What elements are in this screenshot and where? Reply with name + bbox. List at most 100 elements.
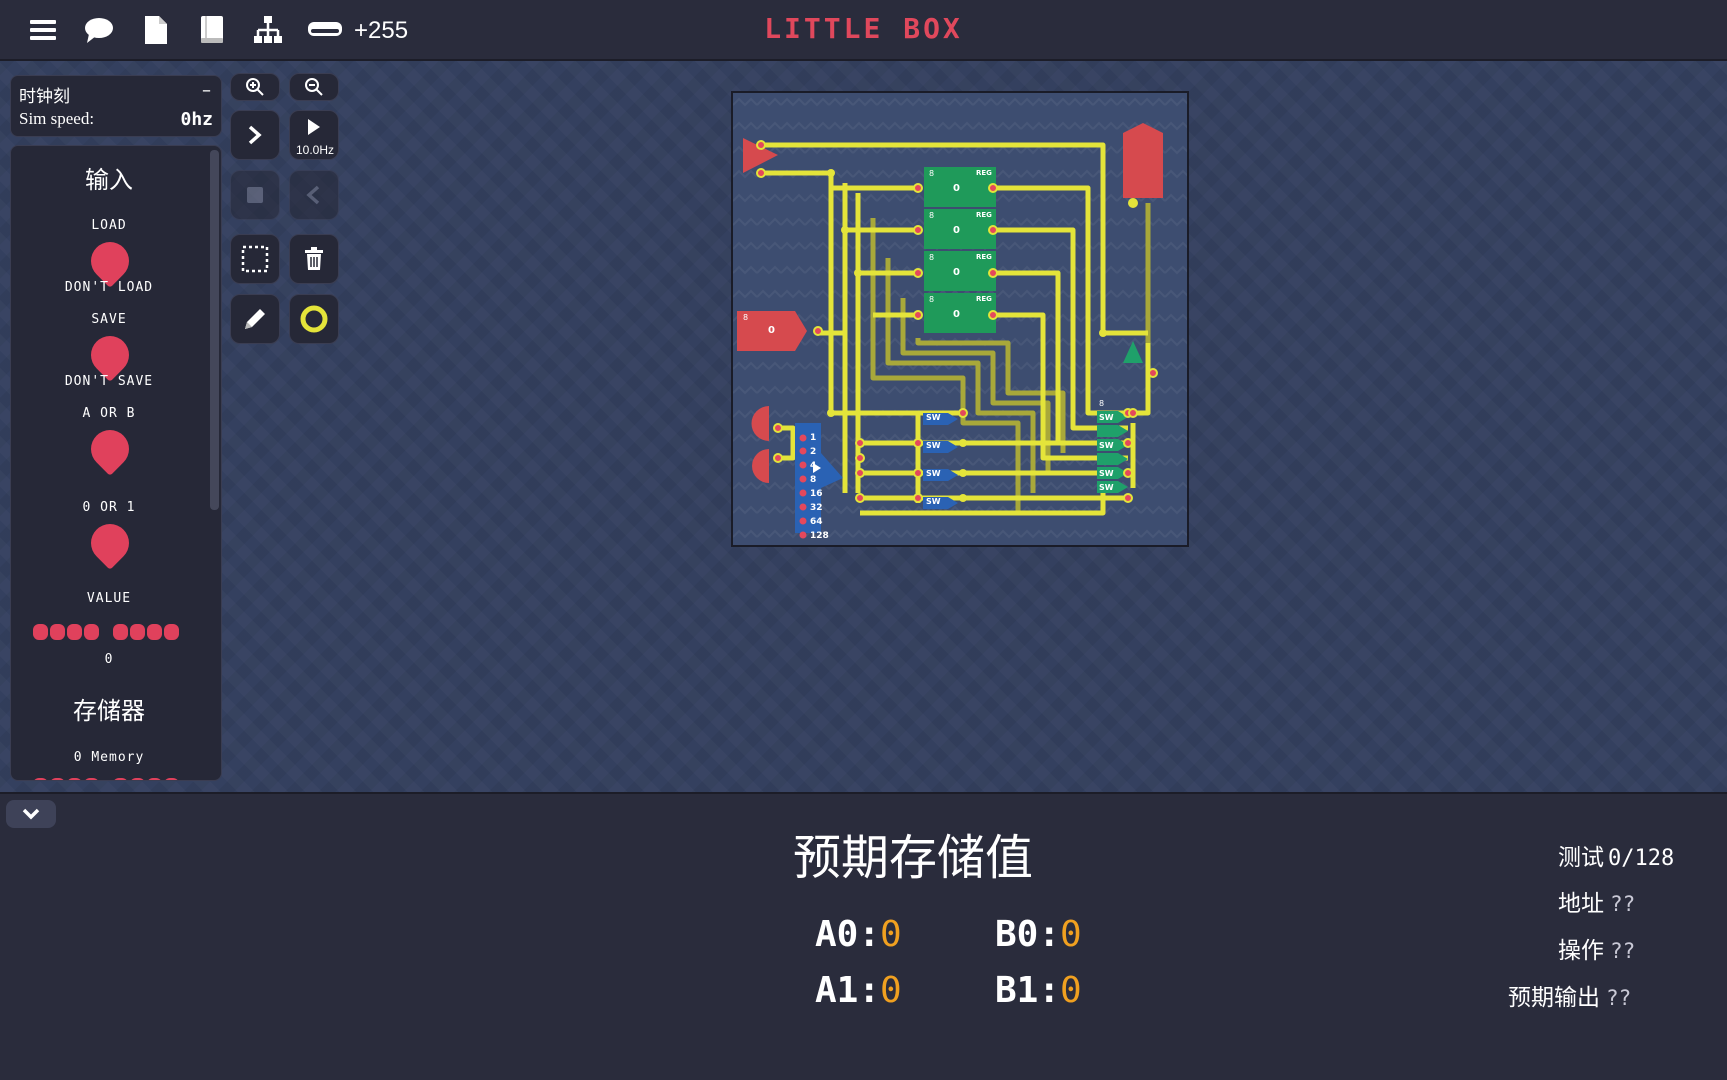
trash-icon: [305, 247, 323, 270]
io-panel: 输入 LOAD DON'T LOAD SAVE DON'T SAVE A OR …: [10, 145, 222, 781]
bit-toggle[interactable]: [50, 624, 65, 640]
register-value: 0: [953, 267, 960, 278]
chevron-left-icon: [306, 185, 320, 205]
test-progress: 测试 0/128: [1558, 838, 1674, 872]
wire-color-button[interactable]: [289, 294, 339, 344]
b0-value: 0: [1060, 914, 1082, 955]
switch-label: SW: [1099, 469, 1114, 478]
bit-toggle[interactable]: [113, 624, 128, 640]
address-info: 地址??: [1558, 884, 1635, 918]
zero-or-one-label: 0 OR 1: [82, 500, 136, 515]
zoom-in-button[interactable]: [230, 73, 280, 101]
select-button[interactable]: [230, 234, 280, 284]
memory-a0: A0:0: [815, 914, 902, 955]
value-bit-toggles: [33, 624, 179, 640]
byte-input-value: 0: [768, 325, 775, 336]
expected-title: 预期存储值: [792, 830, 1033, 886]
chevron-down-icon: [22, 808, 40, 820]
save-state: DON'T SAVE: [64, 374, 154, 389]
register-tag: REG: [976, 169, 992, 177]
collapse-panel-button[interactable]: [6, 800, 56, 828]
sim-speed-panel: 时钟刻 – Sim speed: 0hz: [10, 75, 222, 137]
test-label: 测试: [1558, 845, 1604, 871]
a1-label: A1:: [815, 970, 881, 1011]
byte-input-bits: 8: [743, 313, 749, 322]
sim-speed-value: 0hz: [180, 109, 213, 130]
zoom-out-button[interactable]: [289, 73, 339, 101]
play-button[interactable]: 10.0Hz: [289, 110, 339, 160]
memory-b1: B1:0: [995, 970, 1082, 1011]
register-tag: REG: [976, 253, 992, 261]
memory-bits: [33, 778, 179, 780]
a-or-b-label: A OR B: [82, 406, 136, 421]
output-bits: 8: [1099, 399, 1105, 408]
register-bits: 8: [929, 295, 935, 304]
operation-value: ??: [1610, 939, 1636, 963]
play-icon: [308, 119, 320, 135]
decoder-labels: 1 2 4 8 16 32 64 128: [810, 433, 829, 541]
step-back-button[interactable]: [289, 170, 339, 220]
register-bits: 8: [929, 169, 935, 178]
pencil-icon: [245, 309, 265, 329]
sim-speed-label: Sim speed:: [19, 109, 95, 128]
chevron-right-icon: [248, 125, 262, 145]
step-button[interactable]: [230, 110, 280, 160]
io-scrollbar[interactable]: [210, 150, 219, 510]
operation-info: 操作??: [1558, 931, 1635, 965]
zero-or-one-toggle[interactable]: [83, 516, 137, 570]
test-value: 0/128: [1608, 846, 1675, 871]
register-bits: 8: [929, 253, 935, 262]
switch-label: SW: [1099, 483, 1114, 492]
expected-output-label: 预期输出: [1508, 985, 1600, 1011]
a1-value: 0: [880, 970, 902, 1011]
memory-a1: A1:0: [815, 970, 902, 1011]
selection-icon: [241, 245, 269, 273]
stop-button[interactable]: [230, 170, 280, 220]
inputs-heading: 输入: [85, 166, 133, 194]
a0-label: A0:: [815, 914, 881, 955]
zoom-in-icon: [246, 78, 264, 96]
value-label: VALUE: [86, 591, 132, 606]
bit-toggle[interactable]: [164, 624, 179, 640]
register-value: 0: [953, 309, 960, 320]
expected-output-value: ??: [1606, 986, 1632, 1010]
address-label: 地址: [1558, 891, 1604, 917]
switch-label: SW: [926, 413, 941, 422]
switch-label: SW: [1099, 413, 1114, 422]
level-title: LITTLE BOX: [764, 12, 963, 45]
memory-b0: B0:0: [995, 914, 1082, 955]
stop-icon: [247, 187, 263, 203]
bit-toggle[interactable]: [130, 624, 145, 640]
save-label: SAVE: [91, 312, 127, 327]
register-value: 0: [953, 225, 960, 236]
switch-label: SW: [926, 469, 941, 478]
load-state: DON'T LOAD: [64, 280, 154, 295]
expected-output-info: 预期输出??: [1508, 978, 1631, 1012]
a-or-b-toggle[interactable]: [83, 422, 137, 476]
b1-value: 0: [1060, 970, 1082, 1011]
bit-toggle[interactable]: [67, 624, 82, 640]
circuit-board[interactable]: 8 REG 0 8 REG 0 8 REG 0 8 REG 0 8 0 8 1 …: [731, 91, 1189, 547]
expected-values-panel: 预期存储值 A0:0 B0:0 A1:0 B1:0 测试 0/128 地址?? 操…: [0, 792, 1727, 1080]
switch-label: SW: [926, 497, 941, 506]
address-value: ??: [1610, 892, 1636, 916]
bit-toggle[interactable]: [147, 624, 162, 640]
sim-collapse-button[interactable]: –: [202, 80, 211, 101]
top-bar: +255 LITTLE BOX: [0, 0, 1727, 61]
play-speed-label: 10.0Hz: [295, 143, 335, 157]
output-component[interactable]: [1123, 123, 1163, 198]
bit-toggle[interactable]: [84, 624, 99, 640]
register-bits: 8: [929, 211, 935, 220]
zoom-out-icon: [305, 78, 323, 96]
register-tag: REG: [976, 211, 992, 219]
pencil-button[interactable]: [230, 294, 280, 344]
register-tag: REG: [976, 295, 992, 303]
operation-label: 操作: [1558, 938, 1604, 964]
register-value: 0: [953, 183, 960, 194]
load-label: LOAD: [91, 218, 127, 233]
bit-toggle[interactable]: [33, 624, 48, 640]
ring-icon: [300, 305, 328, 333]
clock-tick-label: 时钟刻: [19, 87, 70, 107]
memory-heading: 存储器: [73, 697, 145, 725]
delete-button[interactable]: [289, 234, 339, 284]
